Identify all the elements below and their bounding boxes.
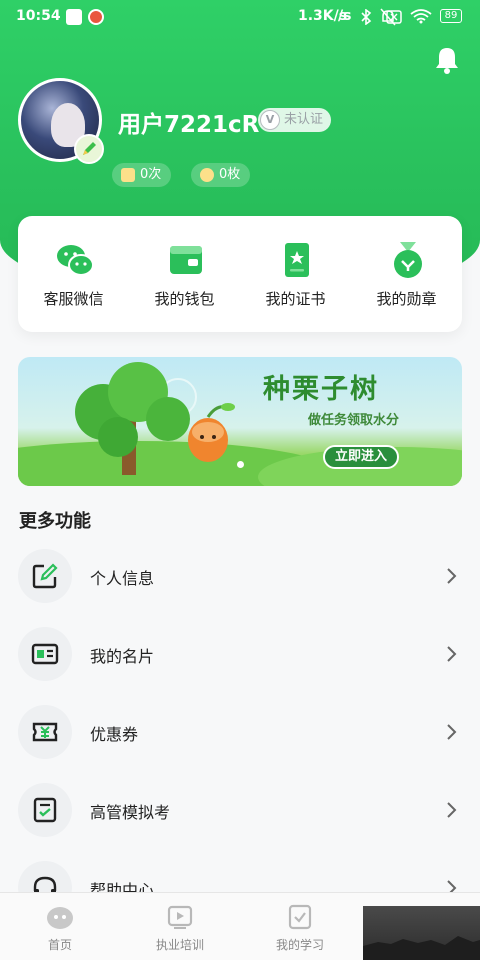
edit-icon xyxy=(32,563,58,589)
notification-icon xyxy=(66,9,82,25)
chestnut-tree-banner[interactable]: 种栗子树 做任务领取水分 立即进入 xyxy=(18,357,462,486)
tab-practice-training[interactable]: 执业培训 xyxy=(120,893,240,960)
quick-actions-card: 客服微信 我的钱包 我的证书 我的勋章 xyxy=(18,216,462,332)
bell-icon[interactable] xyxy=(434,46,460,74)
medal-small-icon xyxy=(200,168,214,182)
menu-icon-circle xyxy=(18,705,72,759)
enter-now-button[interactable]: 立即进入 xyxy=(323,445,399,469)
exam-icon xyxy=(33,797,57,823)
home-icon xyxy=(47,907,73,929)
menu-label: 我的名片 xyxy=(90,647,155,666)
verify-v-icon: V xyxy=(260,110,280,130)
pencil-icon xyxy=(83,142,96,155)
banner-subtitle: 做任务领取水分 xyxy=(308,413,400,428)
wifi-icon xyxy=(410,9,432,24)
floating-thumbnail xyxy=(363,906,480,960)
medal-count-badge[interactable]: 0枚 xyxy=(191,163,251,187)
quick-action-wechat[interactable]: 客服微信 xyxy=(18,216,129,332)
username: 用户7221cR xyxy=(118,112,260,138)
status-bar: 10:54 1.3K/s /s 89 xyxy=(0,0,480,34)
medal-count: 0枚 xyxy=(219,167,241,182)
video-icon xyxy=(167,905,193,929)
sim-icon xyxy=(386,10,402,24)
network-speed-unit: /s xyxy=(338,8,352,24)
menu-item-mock-exam[interactable]: 高管模拟考 xyxy=(0,775,480,853)
battery-level: 89 xyxy=(440,9,462,23)
tab-home[interactable]: 首页 xyxy=(0,893,120,960)
chevron-right-icon xyxy=(447,646,457,662)
checkin-count: 0次 xyxy=(140,167,162,182)
quick-action-label: 我的勋章 xyxy=(376,290,437,308)
chevron-right-icon xyxy=(447,568,457,584)
menu-item-coupons[interactable]: 优惠券 xyxy=(0,697,480,775)
menu-item-personal-info[interactable]: 个人信息 xyxy=(0,541,480,619)
chevron-right-icon xyxy=(447,724,457,740)
coupon-icon xyxy=(32,722,58,742)
tab-label: 我的学习 xyxy=(275,938,324,952)
checkin-count-badge[interactable]: 0次 xyxy=(112,163,172,187)
wechat-icon xyxy=(57,245,94,276)
quick-action-certificate[interactable]: 我的证书 xyxy=(240,216,351,332)
menu-label: 优惠券 xyxy=(90,725,139,744)
status-time: 10:54 xyxy=(16,8,61,24)
app-notification-icon xyxy=(88,9,104,25)
certificate-icon xyxy=(285,243,309,277)
bluetooth-icon xyxy=(361,9,372,25)
medal-icon xyxy=(394,242,422,278)
banner-title: 种栗子树 xyxy=(263,374,379,405)
chevron-right-icon xyxy=(447,802,457,818)
menu-label: 高管模拟考 xyxy=(90,803,171,822)
more-features-title: 更多功能 xyxy=(19,511,91,532)
verify-status-text: 未认证 xyxy=(284,112,324,127)
tab-label: 首页 xyxy=(47,938,72,952)
wallet-icon xyxy=(170,246,202,274)
edit-avatar-button[interactable] xyxy=(74,134,104,164)
quick-action-label: 我的钱包 xyxy=(154,290,215,308)
menu-icon-circle xyxy=(18,549,72,603)
banner-pager-dot xyxy=(237,461,244,468)
menu-icon-circle xyxy=(18,783,72,837)
thumbnail-waveform xyxy=(363,936,480,960)
tab-label: 执业培训 xyxy=(155,938,204,952)
menu-label: 个人信息 xyxy=(90,569,155,588)
study-icon xyxy=(288,904,312,930)
quick-action-medal[interactable]: 我的勋章 xyxy=(351,216,462,332)
quick-action-wallet[interactable]: 我的钱包 xyxy=(129,216,240,332)
card-icon xyxy=(31,643,59,665)
checkin-icon xyxy=(121,168,135,182)
quick-action-label: 客服微信 xyxy=(43,290,104,308)
quick-action-label: 我的证书 xyxy=(265,290,326,308)
verify-status-badge[interactable]: V 未认证 xyxy=(258,108,332,132)
menu-item-business-card[interactable]: 我的名片 xyxy=(0,619,480,697)
menu-icon-circle xyxy=(18,627,72,681)
tab-my-study[interactable]: 我的学习 xyxy=(240,893,360,960)
